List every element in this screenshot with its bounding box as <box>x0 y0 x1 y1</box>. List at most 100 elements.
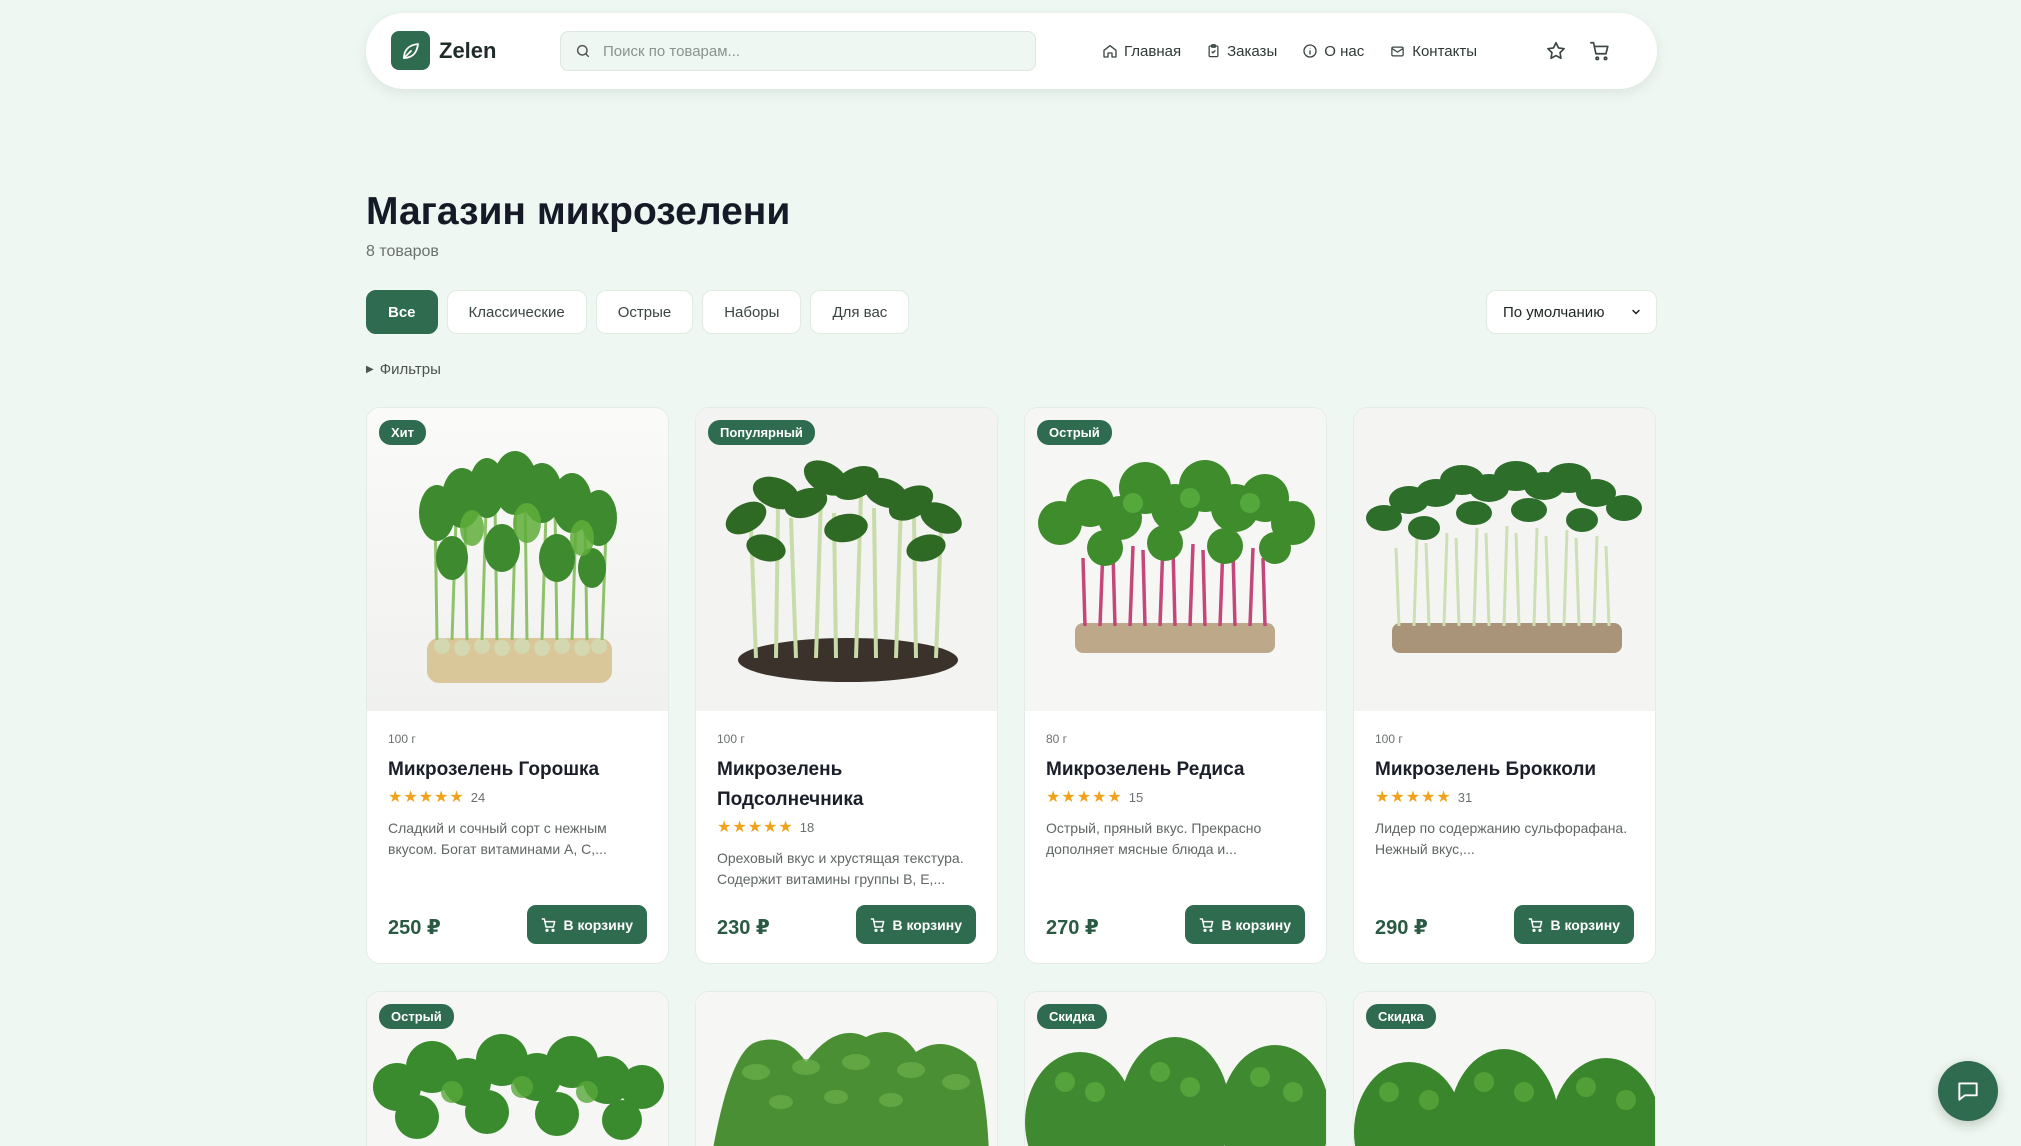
product-description: Лидер по содержанию сульфорафана. Нежный… <box>1375 820 1628 857</box>
product-name[interactable]: Микрозелень Подсолнечника <box>717 755 867 815</box>
category-filter: Все Классические Острые Наборы Для вас <box>366 290 918 334</box>
product-body: 80 г Микрозелень Редиса ★ ★ ★ ★ ★ 15 Острый,… <box>1025 711 1326 963</box>
product-body: 100 г Микрозелень Брокколи ★ ★ ★ ★ ★ 31 Лиде… <box>1354 711 1655 963</box>
star-filled-icon: ★ <box>1092 789 1107 806</box>
product-body: 100 г Микрозелень Горошка ★ ★ ★ ★ ★ 24 Сладк… <box>367 711 668 963</box>
search-icon <box>575 43 591 59</box>
main-nav: Главная Заказы О нас Контакты <box>1102 13 1502 89</box>
sort-select[interactable]: По умолчанию <box>1486 290 1657 334</box>
logo-text: Zelen <box>439 37 497 63</box>
product-image: Скидка <box>1354 992 1655 1146</box>
star-filled-icon: ★ <box>1390 789 1405 806</box>
product-badge: Острый <box>379 1004 454 1029</box>
product-image: Острый <box>1025 408 1326 711</box>
product-rating: ★ ★ ★ ★ ★ 18 <box>717 817 814 837</box>
product-weight: 100 г <box>717 732 745 746</box>
product-card[interactable]: Скидка <box>1353 991 1656 1146</box>
add-to-cart-label: В корзину <box>892 916 962 933</box>
add-to-cart-button[interactable]: В корзину <box>527 905 647 944</box>
category-all[interactable]: Все <box>366 290 438 334</box>
star-filled-icon: ★ <box>388 789 403 806</box>
add-to-cart-button[interactable]: В корзину <box>1514 905 1634 944</box>
product-card[interactable]: Острый <box>366 991 669 1146</box>
product-count: 8 товаров <box>366 243 439 260</box>
star-filled-icon: ★ <box>1436 789 1451 806</box>
search-box[interactable] <box>560 31 1036 71</box>
product-card[interactable]: Популярный 100 г Микрозелень Подсолнечни… <box>695 407 998 964</box>
star-filled-icon: ★ <box>449 789 464 806</box>
sort-selected-value: По умолчанию <box>1503 303 1605 321</box>
cart-icon[interactable] <box>1589 40 1611 62</box>
nav-contacts[interactable]: Контакты <box>1389 43 1477 60</box>
star-filled-icon: ★ <box>403 789 418 806</box>
product-description: Сладкий и сочный сорт с нежным вкусом. Б… <box>388 820 607 857</box>
product-image: Популярный <box>696 408 997 711</box>
category-sets[interactable]: Наборы <box>702 290 802 334</box>
nav-home[interactable]: Главная <box>1102 43 1181 60</box>
filters-label: Фильтры <box>379 361 441 378</box>
product-price: 250 ₽ <box>388 917 441 939</box>
product-card[interactable]: Скидка <box>1024 991 1327 1146</box>
star-filled-icon: ★ <box>1405 789 1421 806</box>
cart-icon <box>871 917 885 932</box>
star-filled-icon: ★ <box>1421 789 1436 806</box>
cart-icon <box>542 917 556 932</box>
review-count: 15 <box>1128 789 1144 805</box>
category-for-you[interactable]: Для вас <box>810 290 910 334</box>
nav-orders[interactable]: Заказы <box>1206 43 1277 60</box>
page-title: Магазин микрозелени <box>366 190 791 233</box>
top-header: Zelen Главная Заказы О нас Контакты <box>366 13 1657 89</box>
product-name[interactable]: Микрозелень Редиса <box>1046 755 1296 785</box>
product-badge: Хит <box>379 420 427 445</box>
star-filled-icon: ★ <box>418 789 434 806</box>
mail-icon <box>1391 46 1404 56</box>
category-classic[interactable]: Классические <box>446 290 587 334</box>
filters-toggle[interactable]: ▶ Фильтры <box>366 361 441 378</box>
star-filled-icon: ★ <box>1061 789 1076 806</box>
product-name[interactable]: Микрозелень Брокколи <box>1375 755 1625 785</box>
logo[interactable]: Zelen <box>391 31 496 70</box>
product-card[interactable]: Острый 80 г Микрозелень Редиса ★ ★ ★ ★ ★ 15 … <box>1024 407 1327 964</box>
clipboard-icon <box>1208 44 1219 58</box>
product-description: Острый, пряный вкус. Прекрасно дополняет… <box>1046 820 1262 857</box>
add-to-cart-label: В корзину <box>563 916 633 933</box>
product-image: Скидка <box>1025 992 1326 1146</box>
star-filled-icon: ★ <box>1375 789 1390 806</box>
header-actions <box>1523 13 1611 89</box>
chat-icon <box>1958 1082 1978 1101</box>
info-icon <box>1303 44 1317 58</box>
chevron-down-icon <box>1632 309 1640 315</box>
category-spicy[interactable]: Острые <box>595 290 694 334</box>
nav-about[interactable]: О нас <box>1302 43 1364 60</box>
product-name[interactable]: Микрозелень Горошка <box>388 755 638 785</box>
chat-button[interactable] <box>1938 1061 1998 1121</box>
product-badge: Скидка <box>1366 1004 1436 1029</box>
product-body: 100 г Микрозелень Подсолнечника ★ ★ ★ ★ ★ 18… <box>696 711 997 963</box>
product-price: 290 ₽ <box>1375 917 1428 939</box>
product-image <box>1354 408 1655 711</box>
product-weight: 80 г <box>1046 732 1068 746</box>
nav-orders-label: Заказы <box>1227 42 1278 60</box>
product-card[interactable]: Хит 100 г Микрозелень Горошка ★ ★ ★ ★ ★ … <box>366 407 669 964</box>
add-to-cart-label: В корзину <box>1550 916 1620 933</box>
star-filled-icon: ★ <box>732 819 747 836</box>
star-filled-icon: ★ <box>1046 789 1061 806</box>
product-badge: Острый <box>1037 420 1112 445</box>
product-badge: Популярный <box>708 420 815 445</box>
triangle-right-icon: ▶ <box>366 364 374 375</box>
product-rating: ★ ★ ★ ★ ★ 24 <box>388 787 485 807</box>
product-badge: Скидка <box>1037 1004 1107 1029</box>
nav-about-label: О нас <box>1324 42 1365 60</box>
product-price: 230 ₽ <box>717 917 770 939</box>
review-count: 24 <box>470 789 486 805</box>
product-card[interactable] <box>695 991 998 1146</box>
star-filled-icon: ★ <box>434 789 449 806</box>
search-input[interactable] <box>603 42 1003 60</box>
cart-icon <box>1200 917 1214 932</box>
add-to-cart-button[interactable]: В корзину <box>856 905 976 944</box>
add-to-cart-button[interactable]: В корзину <box>1185 905 1305 944</box>
star-filled-icon: ★ <box>747 819 763 836</box>
star-icon[interactable] <box>1545 40 1567 62</box>
product-card[interactable]: 100 г Микрозелень Брокколи ★ ★ ★ ★ ★ 31 Лиде… <box>1353 407 1656 964</box>
star-filled-icon: ★ <box>778 819 793 836</box>
